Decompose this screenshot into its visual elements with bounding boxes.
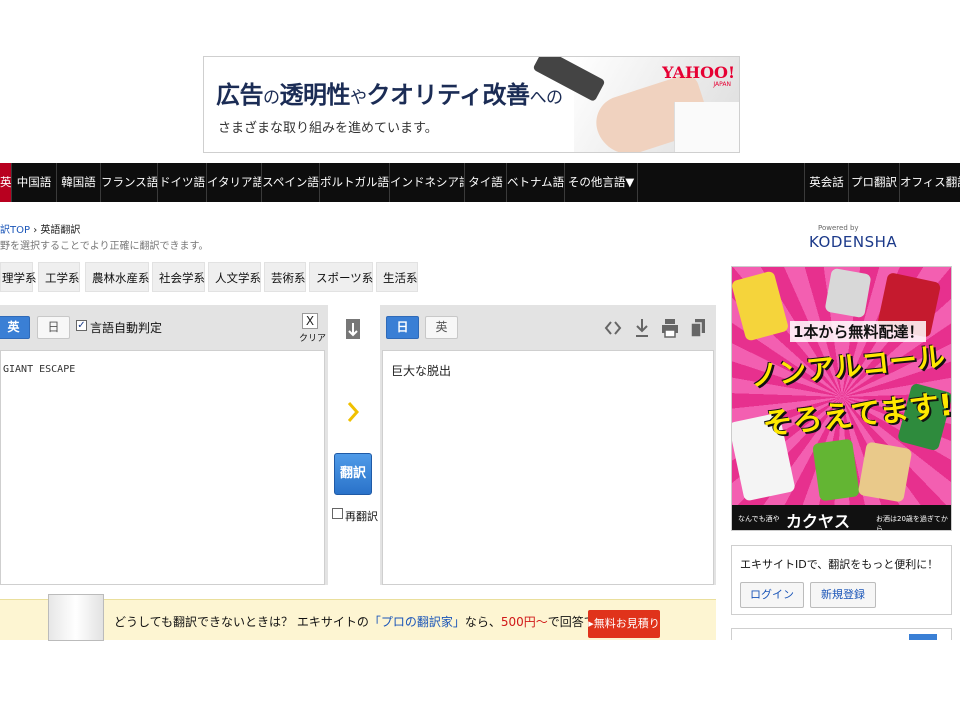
- breadcrumb-home-link[interactable]: 訳TOP: [0, 225, 30, 236]
- nav-item-indonesian[interactable]: インドネシア語: [390, 163, 465, 202]
- copy-icon[interactable]: [689, 318, 707, 338]
- code-icon[interactable]: [604, 318, 622, 338]
- language-nav-bar: 英 中国語 韓国語 フランス語 ドイツ語 イタリア語 スペイン語 ポルトガル語 …: [0, 163, 960, 202]
- source-lang-english-button[interactable]: 英: [0, 316, 30, 339]
- nav-item-chinese[interactable]: 中国語: [12, 163, 57, 202]
- promo-price: 500円～: [500, 615, 548, 629]
- can-image: [857, 441, 913, 503]
- headline-part: クオリティ改善: [366, 81, 531, 109]
- arrow-right-icon: [347, 402, 360, 422]
- nav-item-french[interactable]: フランス語: [101, 163, 158, 202]
- target-panel: 日 英 巨大な脱出: [380, 305, 716, 585]
- breadcrumb: 訳TOP › 英語翻訳: [0, 221, 80, 236]
- target-lang-english-button[interactable]: 英: [425, 316, 458, 339]
- breadcrumb-separator: ›: [33, 225, 38, 236]
- nav-item-english[interactable]: 英: [0, 163, 12, 202]
- free-quote-button[interactable]: ▸無料お見積り: [588, 610, 660, 638]
- headline-part: への: [529, 88, 564, 108]
- sidebar-box: [731, 628, 952, 640]
- swap-icon[interactable]: [345, 318, 361, 340]
- field-agriculture[interactable]: 農林水産系: [85, 262, 150, 292]
- banner-subtext: さまざまな取り組みを進めています。: [218, 121, 438, 136]
- target-text-area[interactable]: 巨大な脱出: [382, 350, 714, 585]
- auto-detect-label: 言語自動判定: [90, 321, 163, 335]
- source-panel: 英 日 ✓ 言語自動判定 X クリア GIANT ESCAPE: [0, 305, 328, 585]
- kakuyasu-logo: カクヤス: [786, 512, 851, 531]
- download-icon[interactable]: [633, 318, 651, 338]
- target-text: 巨大な脱出: [391, 364, 452, 378]
- powered-by-label: Powered by: [818, 224, 859, 232]
- field-humanities[interactable]: 人文学系: [208, 262, 261, 292]
- field-arts[interactable]: 芸術系: [264, 262, 306, 292]
- clear-icon[interactable]: X: [302, 313, 318, 329]
- nav-item-english-conversation[interactable]: 英会話: [804, 163, 849, 202]
- auto-detect-checkbox[interactable]: ✓: [76, 320, 87, 331]
- nav-item-portuguese[interactable]: ポルトガル語: [320, 163, 390, 202]
- middle-controls: 翻訳 再翻訳: [330, 305, 378, 585]
- shirt-sleeve-image: [674, 102, 739, 152]
- register-button[interactable]: 新規登録: [810, 582, 876, 608]
- ad-footer: なんでも酒や カクヤス お酒は20歳を過ぎてから: [732, 505, 951, 531]
- yahoo-logo-sub: JAPAN: [713, 81, 731, 88]
- nav-item-office-translation[interactable]: オフィス翻訳: [900, 163, 960, 202]
- headline-part: の: [263, 88, 280, 108]
- sidebar-box-accent: [909, 634, 937, 640]
- nav-item-german[interactable]: ドイツ語: [158, 163, 207, 202]
- nav-item-thai[interactable]: タイ語: [465, 163, 507, 202]
- clear-label[interactable]: クリア: [299, 331, 326, 344]
- pro-translator-link[interactable]: 「プロの翻訳家」: [369, 615, 465, 629]
- field-science[interactable]: 理学系: [0, 262, 37, 292]
- yahoo-logo: YAHOO!: [662, 63, 735, 82]
- nav-item-italian[interactable]: イタリア語: [207, 163, 262, 202]
- field-sports[interactable]: スポーツ系: [309, 262, 373, 292]
- nav-item-pro-translation[interactable]: プロ翻訳: [849, 163, 900, 202]
- print-icon[interactable]: [661, 318, 679, 338]
- headline-part: や: [350, 88, 367, 108]
- ad-note-right: お酒は20歳を過ぎてから: [876, 515, 948, 531]
- source-lang-japanese-button[interactable]: 日: [37, 316, 70, 339]
- breadcrumb-current: 英語翻訳: [40, 225, 81, 236]
- book-image: [48, 594, 104, 641]
- nav-item-spanish[interactable]: スペイン語: [262, 163, 320, 202]
- retranslate-label: 再翻訳: [345, 510, 378, 523]
- field-hint-text: 野を選択することでより正確に翻訳できます。: [0, 241, 209, 252]
- yahoo-banner-ad[interactable]: 広告の透明性やクオリティ改善への さまざまな取り組みを進めています。 YAHOO…: [203, 56, 740, 153]
- source-text-area[interactable]: GIANT ESCAPE: [0, 350, 325, 585]
- promo-text-part: どうしても翻訳できないときは？ エキサイトの: [114, 615, 369, 629]
- headline-part: 透明性: [279, 81, 351, 109]
- can-image: [824, 267, 872, 319]
- excite-id-box: エキサイトIDで、翻訳をもっと便利に！ ログイン 新規登録: [731, 545, 952, 615]
- promo-text-part: なら、: [464, 615, 501, 629]
- nav-item-other-languages[interactable]: その他言語▼: [565, 163, 638, 202]
- banner-headline: 広告の透明性やクオリティ改善への: [216, 75, 563, 110]
- pro-translator-promo: どうしても翻訳できないときは？ エキサイトの「プロの翻訳家」なら、500円～で回…: [0, 594, 716, 641]
- translate-button[interactable]: 翻訳: [334, 453, 372, 495]
- retranslate-checkbox[interactable]: [332, 508, 343, 519]
- login-button[interactable]: ログイン: [740, 582, 804, 608]
- source-text: GIANT ESCAPE: [3, 364, 76, 375]
- nav-item-vietnamese[interactable]: ベトナム語: [507, 163, 565, 202]
- ad-note-left: なんでも酒や: [738, 515, 780, 523]
- field-sociology[interactable]: 社会学系: [152, 262, 205, 292]
- kodensha-logo[interactable]: KODENSHA: [809, 233, 897, 251]
- can-image: [812, 438, 860, 502]
- promo-text: どうしても翻訳できないときは？ エキサイトの「プロの翻訳家」なら、500円～で回…: [114, 613, 643, 630]
- headline-part: 広告: [216, 81, 264, 109]
- kakuyasu-ad[interactable]: 1本から無料配達！ ノンアルコール そろえてます!! なんでも酒や カクヤス お…: [731, 266, 952, 531]
- target-lang-japanese-button[interactable]: 日: [386, 316, 419, 339]
- nav-item-korean[interactable]: 韓国語: [57, 163, 101, 202]
- field-lifestyle[interactable]: 生活系: [376, 262, 418, 292]
- field-engineering[interactable]: 工学系: [38, 262, 80, 292]
- excite-id-message: エキサイトIDで、翻訳をもっと便利に！: [740, 558, 939, 571]
